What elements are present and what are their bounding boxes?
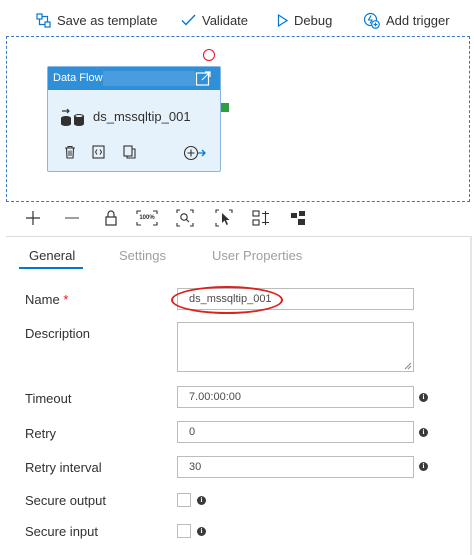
zoom-out-icon[interactable] (64, 208, 80, 228)
add-trigger-label: Add trigger (386, 12, 450, 28)
activity-type-label: Data Flow (53, 72, 103, 84)
retry-label: Retry (25, 426, 57, 441)
name-label-text: Name (25, 292, 60, 307)
resize-grip-icon[interactable] (404, 362, 412, 370)
save-as-template-label: Save as template (57, 12, 158, 28)
activity-name: ds_mssqltip_001 (93, 109, 191, 124)
retry-info-icon[interactable]: i (419, 428, 428, 437)
select-cursor-icon[interactable] (215, 208, 233, 228)
tab-settings[interactable]: Settings (119, 248, 166, 263)
pipeline-toolbar: Save as template Validate Debug Add trig… (0, 0, 474, 36)
timeout-label: Timeout (25, 391, 72, 406)
dataflow-database-icon (61, 108, 84, 126)
panel-divider (6, 236, 470, 237)
play-icon (277, 13, 288, 27)
secure-input-checkbox[interactable] (177, 524, 191, 538)
secure-output-checkbox[interactable] (177, 493, 191, 507)
zoom-100-label: 100% (139, 215, 155, 221)
retry-interval-label: Retry interval (25, 460, 102, 475)
name-label: Name * (25, 292, 68, 307)
retry-interval-input[interactable] (177, 456, 414, 478)
vertical-scrollbar[interactable] (470, 236, 472, 555)
code-icon[interactable] (92, 145, 105, 159)
name-highlight-annotation (171, 286, 283, 314)
retry-input[interactable] (177, 421, 414, 443)
copy-icon[interactable] (123, 145, 137, 159)
debug-label: Debug (294, 12, 333, 28)
timeout-info-icon[interactable]: i (419, 393, 428, 402)
retry-interval-info-icon[interactable]: i (419, 462, 428, 471)
minimap-icon[interactable] (290, 208, 306, 228)
secure-output-label: Secure output (25, 493, 106, 508)
lock-icon[interactable] (105, 208, 117, 228)
zoom-to-fit-icon[interactable] (176, 208, 194, 228)
zoom-100-button[interactable]: 100% (136, 208, 158, 228)
add-output-icon[interactable] (183, 145, 207, 161)
active-tab-indicator (19, 267, 83, 269)
validate-label: Validate (202, 12, 249, 28)
validate-button[interactable]: Validate (181, 10, 248, 30)
zoom-in-icon[interactable] (26, 208, 40, 228)
auto-align-icon[interactable] (252, 208, 270, 228)
tab-general[interactable]: General (29, 248, 75, 263)
secure-input-info-icon[interactable]: i (197, 527, 206, 536)
open-external-icon[interactable] (195, 70, 212, 87)
trigger-add-icon (363, 12, 380, 29)
tab-user-properties[interactable]: User Properties (212, 248, 302, 263)
description-label: Description (25, 326, 91, 341)
template-icon (36, 12, 51, 28)
secure-output-info-icon[interactable]: i (197, 496, 206, 505)
add-trigger-button[interactable]: Add trigger (363, 10, 450, 30)
activity-status-indicator (203, 49, 215, 61)
description-textarea[interactable] (177, 322, 414, 372)
data-flow-activity[interactable]: Data Flow ds_mssqltip_001 (47, 66, 221, 172)
secure-input-label: Secure input (25, 524, 98, 539)
debug-button[interactable]: Debug (277, 10, 332, 30)
activity-header: Data Flow (48, 67, 220, 90)
required-marker: * (63, 292, 69, 307)
save-as-template-button[interactable]: Save as template (36, 10, 157, 30)
success-output-port[interactable] (221, 103, 229, 112)
timeout-input[interactable] (177, 386, 414, 408)
checkmark-icon (181, 14, 196, 26)
redacted-region (103, 71, 195, 86)
delete-icon[interactable] (64, 145, 76, 159)
